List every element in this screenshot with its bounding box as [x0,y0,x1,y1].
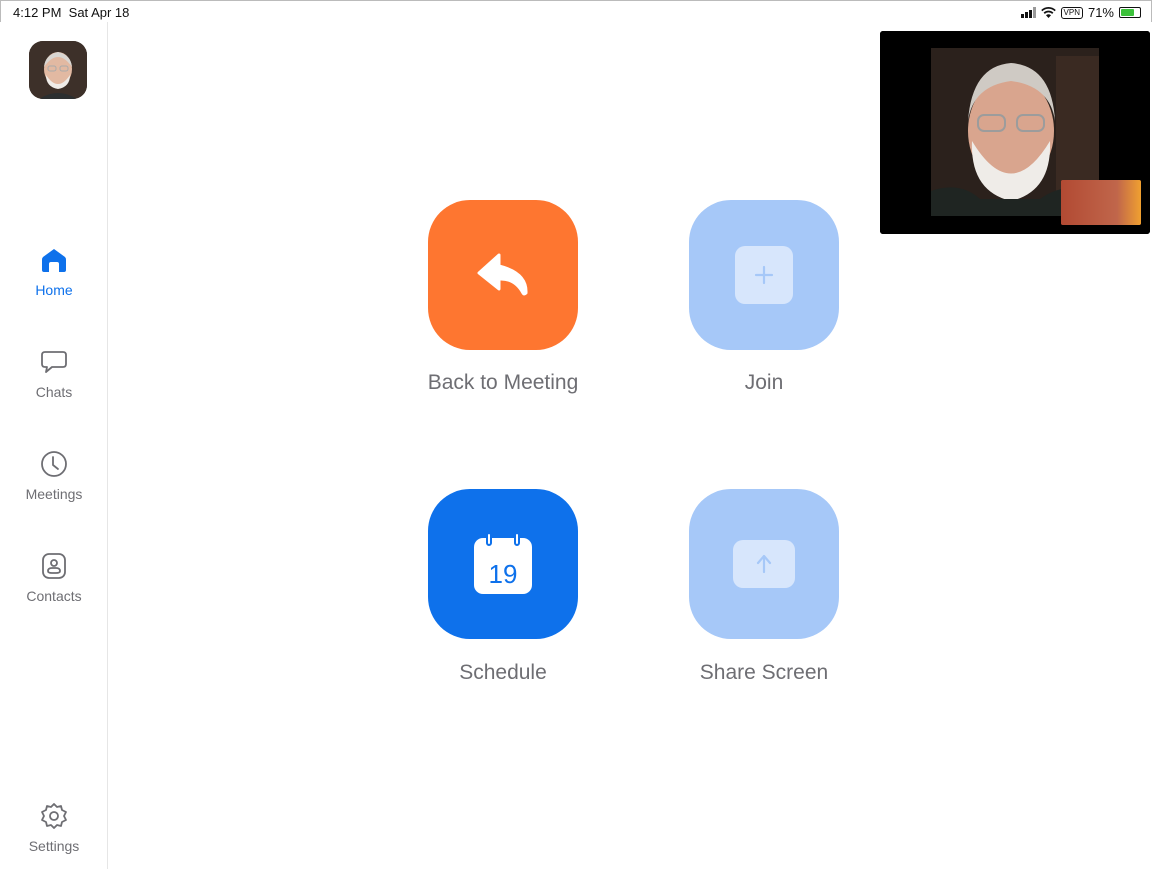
sidebar-item-home[interactable]: Home [0,244,108,300]
calendar-icon: 19 [474,533,532,594]
sidebar-item-label: Home [35,282,73,298]
gear-icon [41,803,67,829]
battery-icon [1119,7,1141,18]
sidebar-item-label: Chats [35,384,73,400]
join-button[interactable] [689,200,839,350]
share-screen-label: Share Screen [699,661,829,684]
schedule-button[interactable]: 19 [428,489,578,639]
status-time: 4:12 PM [13,5,62,20]
share-square [733,540,795,588]
video-preview[interactable] [880,31,1150,234]
plus-icon [754,265,774,285]
sidebar-item-label: Contacts [26,588,82,604]
avatar-photo [29,41,87,99]
reply-arrow-icon [477,253,528,296]
status-date: Sat Apr 18 [68,5,130,20]
schedule-label: Schedule [459,661,547,684]
share-screen-button[interactable] [689,489,839,639]
sidebar: Home Chats Meetings Contacts Settings [0,22,108,869]
wifi-icon [1040,6,1056,18]
join-square [735,246,793,304]
self-video [880,31,1150,234]
battery-percent: 71% [1087,5,1114,20]
sidebar-item-label: Meetings [25,486,83,502]
signal-icon [1020,7,1036,18]
vpn-badge: VPN [1060,6,1083,19]
status-bar: 4:12 PM Sat Apr 18 VPN 71% [0,0,1152,22]
sidebar-item-meetings[interactable]: Meetings [0,448,108,504]
avatar[interactable] [29,41,87,99]
status-time-date: 4:12 PM Sat Apr 18 [13,5,129,20]
calendar-day: 19 [489,559,518,589]
home-icon [42,249,66,272]
status-indicators: VPN 71% [1020,5,1141,20]
clock-icon [41,451,67,477]
contact-card-icon [42,553,66,579]
join-label: Join [744,371,784,394]
back-to-meeting-label: Back to Meeting [427,371,579,394]
up-arrow-icon [756,554,772,574]
back-to-meeting-button[interactable] [428,200,578,350]
chat-bubble-icon [41,351,67,373]
sidebar-item-contacts[interactable]: Contacts [0,550,108,606]
sidebar-item-chats[interactable]: Chats [0,346,108,402]
sidebar-item-label: Settings [28,838,80,854]
sidebar-item-settings[interactable]: Settings [0,800,108,856]
